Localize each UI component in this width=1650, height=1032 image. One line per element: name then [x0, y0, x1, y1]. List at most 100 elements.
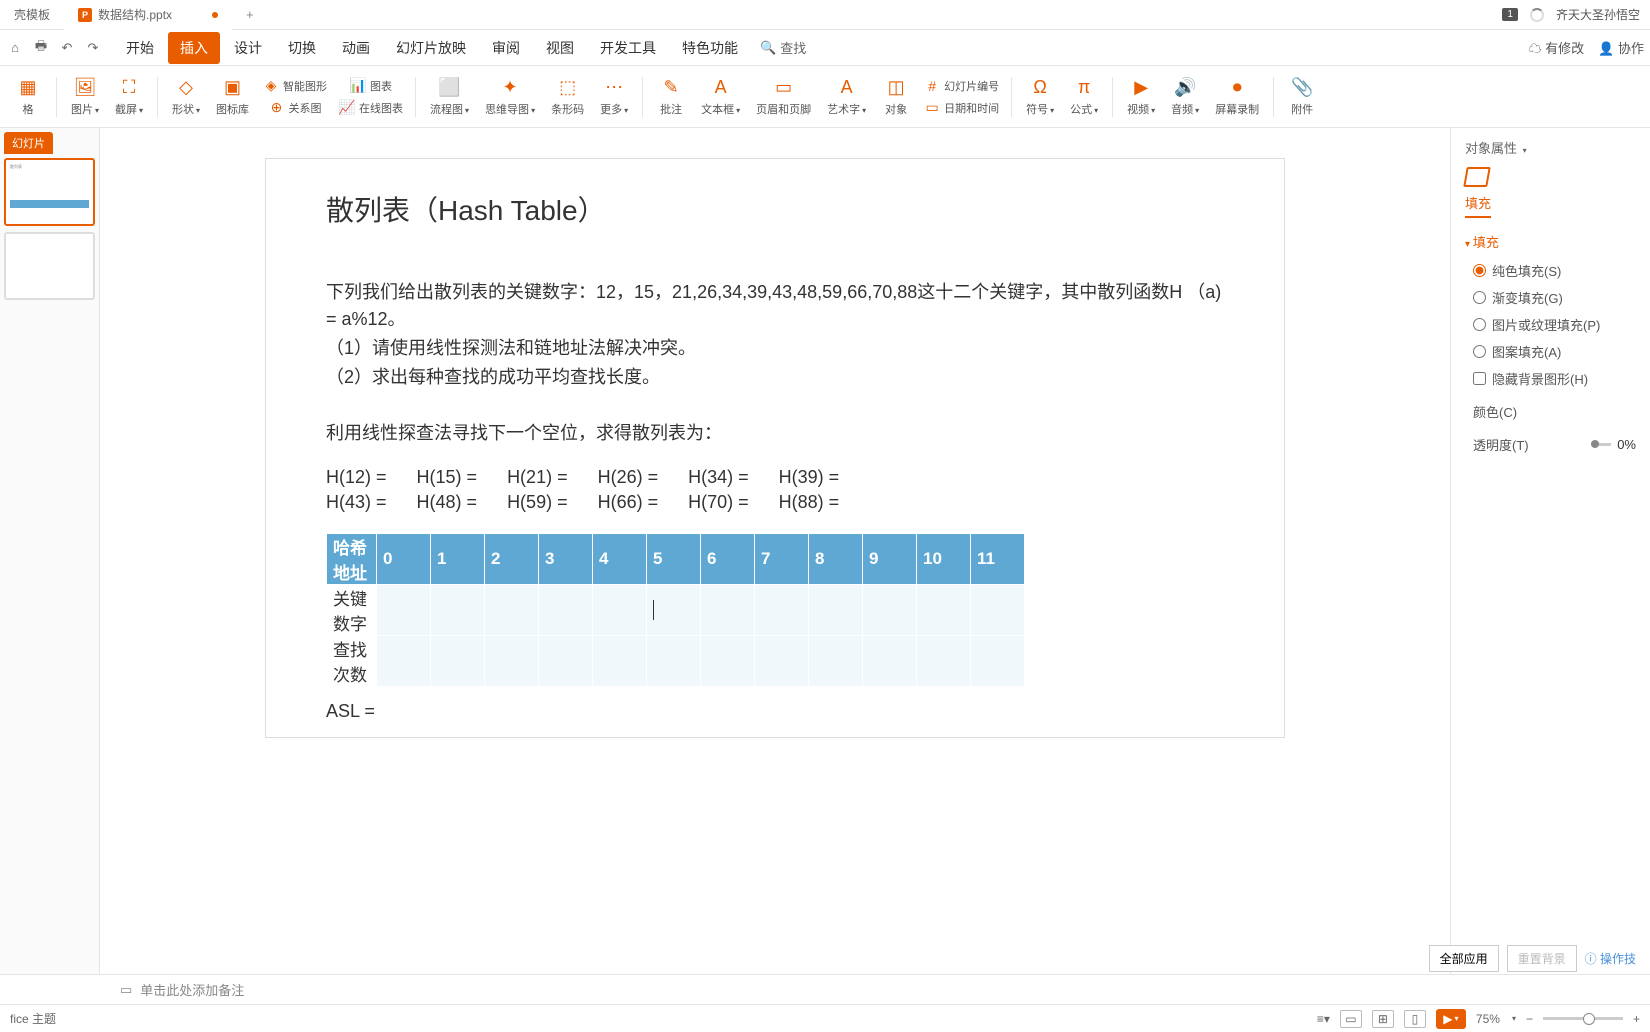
slide-title[interactable]: 散列表（Hash Table）: [326, 189, 1224, 229]
ribbon-image[interactable]: 🖼图片▾: [65, 74, 105, 119]
collab-button[interactable]: 👤 协作: [1598, 38, 1644, 57]
home-icon[interactable]: ⌂: [6, 39, 24, 57]
slide-panel: 幻灯片 散列表: [0, 128, 100, 974]
view-reading[interactable]: ▯: [1404, 1010, 1426, 1028]
slide-body-1[interactable]: 下列我们给出散列表的关键数字：12，15，21,26,34,39,43,48,5…: [326, 279, 1224, 333]
ribbon-flowchart[interactable]: ⬜流程图▾: [424, 74, 475, 119]
username[interactable]: 齐天大圣孙悟空: [1556, 6, 1640, 23]
fill-icon[interactable]: [1463, 167, 1491, 187]
ribbon-slidenum[interactable]: #幻灯片编号: [920, 76, 1003, 96]
ribbon-formula[interactable]: π公式▾: [1064, 74, 1104, 119]
menu-special[interactable]: 特色功能: [670, 32, 750, 64]
ribbon-shape[interactable]: ◇形状▾: [166, 74, 206, 119]
ribbon-wordart[interactable]: A艺术字▾: [821, 74, 872, 119]
formula-block[interactable]: H(12) = H(15) = H(21) = H(26) = H(34) = …: [326, 467, 1224, 513]
zoom-out[interactable]: −: [1526, 1012, 1533, 1026]
menu-animation[interactable]: 动画: [330, 32, 382, 64]
ribbon-object[interactable]: ◫对象: [876, 74, 916, 119]
slide-panel-tab[interactable]: 幻灯片: [4, 132, 53, 154]
ribbon-table[interactable]: ▦格: [8, 74, 48, 119]
menu-start[interactable]: 开始: [114, 32, 166, 64]
ribbon-gallery[interactable]: ▣图标库: [210, 74, 255, 119]
menu-review[interactable]: 审阅: [480, 32, 532, 64]
zoom-in[interactable]: +: [1633, 1012, 1640, 1026]
ribbon-screenshot[interactable]: ⛶截屏▾: [109, 74, 149, 119]
ribbon-mindmap[interactable]: ✦思维导图▾: [479, 74, 541, 119]
ribbon-headerfooter[interactable]: ▭页眉和页脚: [750, 74, 817, 119]
tips-link[interactable]: ⓘ 操作技: [1585, 950, 1636, 967]
print-icon[interactable]: 🖶: [32, 39, 50, 57]
view-normal[interactable]: ▭: [1340, 1010, 1362, 1028]
reset-button[interactable]: 重置背景: [1507, 945, 1577, 972]
notes-bar[interactable]: ▭ 单击此处添加备注: [0, 974, 1650, 1004]
ribbon-screenrec[interactable]: ⏺屏幕录制: [1209, 74, 1265, 119]
datetime-icon: ▭: [924, 100, 940, 116]
radio-gradient[interactable]: 渐变填充(G): [1473, 288, 1636, 307]
view-sorter[interactable]: ⊞: [1372, 1010, 1394, 1028]
tab-file[interactable]: P 数据结构.pptx: [64, 0, 232, 30]
screenrec-icon: ⏺: [1226, 76, 1248, 98]
slidenum-icon: #: [924, 78, 940, 94]
panel-title: 对象属性 ▾: [1465, 138, 1636, 157]
slide-canvas[interactable]: 散列表（Hash Table） 下列我们给出散列表的关键数字：12，15，21,…: [100, 128, 1450, 974]
ribbon-textbox[interactable]: A文本框▾: [695, 74, 746, 119]
slide-body-3[interactable]: （2）求出每种查找的成功平均查找长度。: [326, 364, 1224, 391]
section-fill[interactable]: 填充: [1465, 232, 1636, 251]
tab-file-label: 数据结构.pptx: [98, 6, 172, 23]
ribbon-attach[interactable]: 📎附件: [1282, 74, 1322, 119]
ribbon-symbol[interactable]: Ω符号▾: [1020, 74, 1060, 119]
menu-slideshow[interactable]: 幻灯片放映: [384, 32, 478, 64]
menu-insert[interactable]: 插入: [168, 32, 220, 64]
zoom-slider[interactable]: [1543, 1017, 1623, 1020]
menu-devtools[interactable]: 开发工具: [588, 32, 668, 64]
ribbon-comment[interactable]: ✎批注: [651, 74, 691, 119]
menu-icon[interactable]: ≡▾: [1317, 1012, 1330, 1026]
text-cursor: [653, 600, 654, 620]
ribbon-audio[interactable]: 🔊音频▾: [1165, 74, 1205, 119]
ribbon-smartart[interactable]: ◈智能图形: [259, 76, 331, 96]
properties-panel: 对象属性 ▾ 填充 填充 纯色填充(S) 渐变填充(G) 图片或纹理填充(P) …: [1450, 128, 1650, 974]
ribbon-relation[interactable]: ⊕关系图: [259, 98, 331, 118]
has-changes[interactable]: ☁ 有修改: [1529, 38, 1585, 57]
comment-icon: ✎: [660, 76, 682, 98]
redo-icon[interactable]: ↷: [84, 39, 102, 57]
table-icon: ▦: [17, 76, 39, 98]
menu-search[interactable]: 🔍 查找: [760, 38, 806, 57]
menu-view[interactable]: 视图: [534, 32, 586, 64]
play-button[interactable]: ▶▾: [1436, 1009, 1466, 1029]
notes-placeholder: 单击此处添加备注: [140, 980, 244, 999]
menu-design[interactable]: 设计: [222, 32, 274, 64]
add-tab-button[interactable]: +: [232, 7, 268, 22]
wordart-icon: A: [836, 76, 858, 98]
undo-icon[interactable]: ↶: [58, 39, 76, 57]
panel-tab-fill[interactable]: 填充: [1465, 193, 1491, 218]
screenshot-icon: ⛶: [118, 76, 140, 98]
ribbon-more[interactable]: ⋯更多▾: [594, 74, 634, 119]
ribbon-datetime[interactable]: ▭日期和时间: [920, 98, 1003, 118]
radio-picture[interactable]: 图片或纹理填充(P): [1473, 315, 1636, 334]
hash-table[interactable]: 哈希地址 01 23 45 67 89 1011 关键数字 查找次数: [326, 533, 1025, 687]
thumbnail-2[interactable]: [4, 232, 95, 300]
radio-solid[interactable]: 纯色填充(S): [1473, 261, 1636, 280]
menu-transition[interactable]: 切换: [276, 32, 328, 64]
thumbnail-1[interactable]: 散列表: [4, 158, 95, 226]
smartart-icon: ◈: [263, 78, 279, 94]
ribbon-onlinechart[interactable]: 📈在线图表: [335, 98, 407, 118]
asl-text[interactable]: ASL =: [326, 701, 1224, 722]
notes-icon: ▭: [120, 982, 132, 998]
ribbon-barcode[interactable]: ⬚条形码: [545, 74, 590, 119]
notification-badge[interactable]: 1: [1502, 8, 1518, 21]
ribbon-video[interactable]: ▶视频▾: [1121, 74, 1161, 119]
apply-all-button[interactable]: 全部应用: [1429, 945, 1499, 972]
color-field[interactable]: 颜色(C): [1473, 402, 1636, 421]
radio-pattern[interactable]: 图案填充(A): [1473, 342, 1636, 361]
checkbox-hidebg[interactable]: 隐藏背景图形(H): [1473, 369, 1636, 388]
tab-template[interactable]: 壳模板: [0, 0, 64, 30]
onlinechart-icon: 📈: [339, 100, 355, 116]
zoom-value[interactable]: 75%: [1476, 1012, 1500, 1026]
slide-content[interactable]: 散列表（Hash Table） 下列我们给出散列表的关键数字：12，15，21,…: [265, 158, 1285, 738]
ribbon-chart[interactable]: 📊图表: [335, 76, 407, 96]
opacity-slider[interactable]: [1591, 443, 1611, 446]
slide-body-2[interactable]: （1）请使用线性探测法和链地址法解决冲突。: [326, 335, 1224, 362]
slide-body-4[interactable]: 利用线性探查法寻找下一个空位，求得散列表为：: [326, 420, 1224, 447]
